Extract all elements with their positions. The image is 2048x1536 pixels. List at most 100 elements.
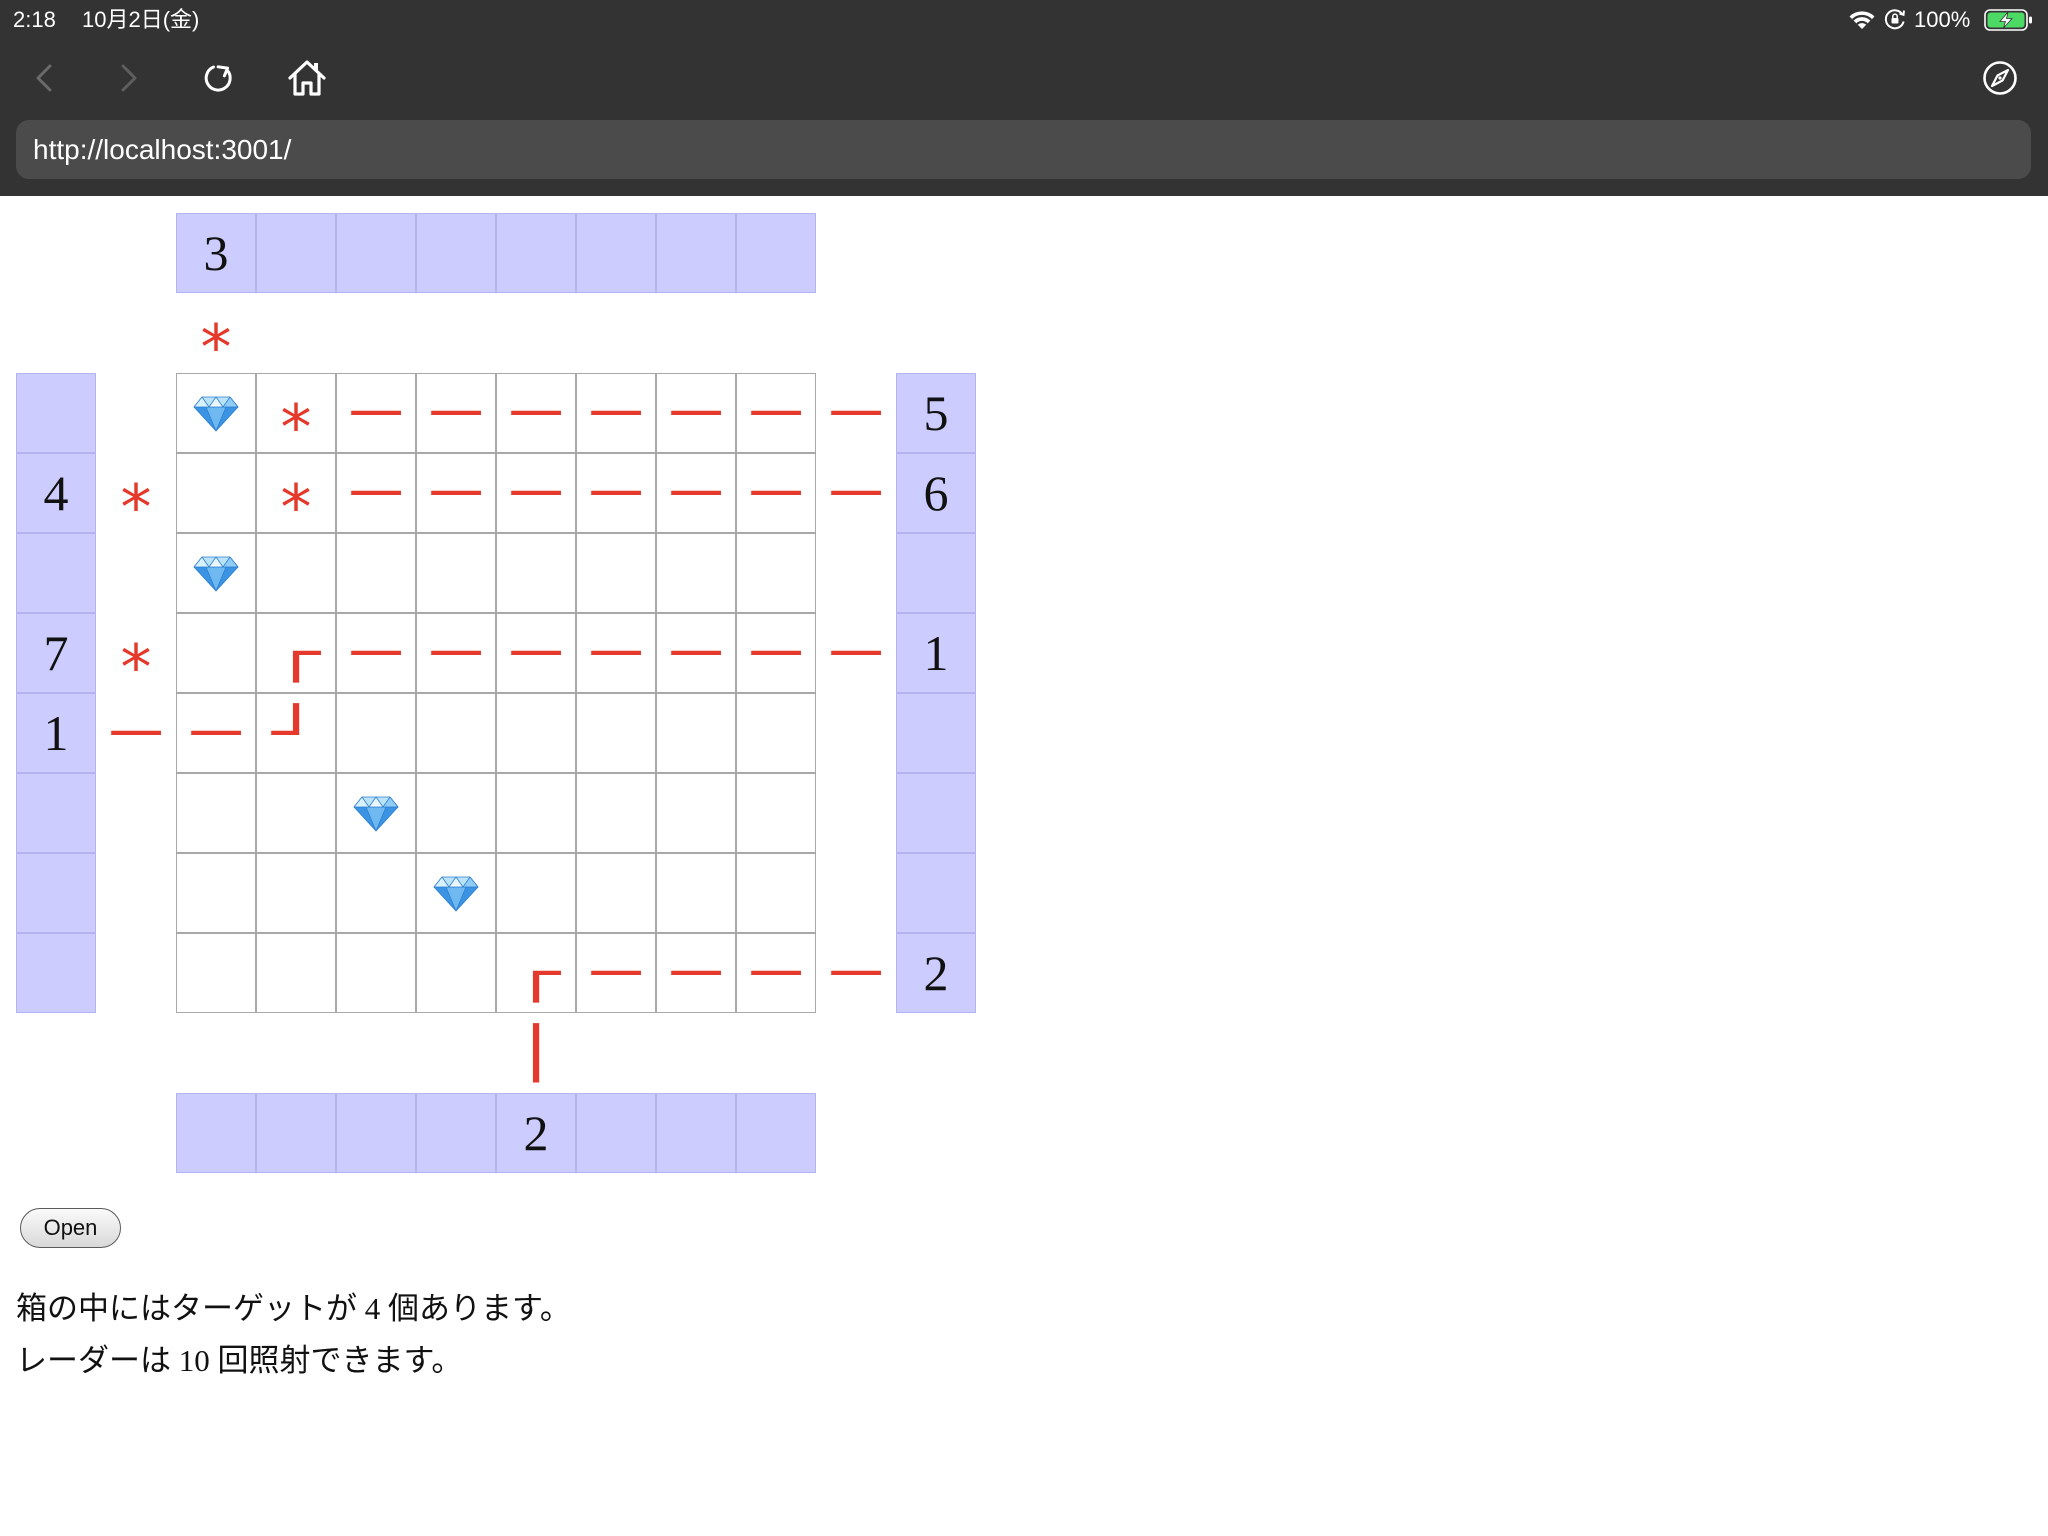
grid-cell[interactable] — [736, 853, 816, 933]
edge-label-bottom[interactable] — [736, 1093, 816, 1173]
edge-label-right[interactable]: 6 — [896, 453, 976, 533]
grid-cell[interactable] — [336, 533, 416, 613]
grid-cell[interactable] — [256, 853, 336, 933]
grid-cell[interactable]: ─ — [496, 453, 576, 533]
edge-label-top[interactable] — [656, 213, 736, 293]
grid-cell[interactable]: ─ — [576, 933, 656, 1013]
grid-cell[interactable] — [176, 533, 256, 613]
grid-cell[interactable] — [176, 373, 256, 453]
edge-label-top[interactable]: 3 — [176, 213, 256, 293]
back-button[interactable] — [30, 62, 58, 94]
edge-label-right[interactable] — [896, 853, 976, 933]
reload-button[interactable] — [199, 58, 239, 98]
grid-cell[interactable]: ─ — [576, 453, 656, 533]
grid-cell[interactable] — [336, 773, 416, 853]
edge-label-left[interactable] — [16, 773, 96, 853]
edge-label-left[interactable] — [16, 373, 96, 453]
grid-cell[interactable] — [496, 693, 576, 773]
grid-cell[interactable] — [416, 933, 496, 1013]
grid-cell[interactable] — [416, 533, 496, 613]
grid-cell[interactable]: ─ — [336, 613, 416, 693]
grid-cell[interactable] — [256, 533, 336, 613]
edge-label-bottom[interactable] — [256, 1093, 336, 1173]
grid-cell[interactable] — [256, 933, 336, 1013]
grid-cell[interactable]: ─ — [656, 613, 736, 693]
grid-cell[interactable]: ─ — [176, 693, 256, 773]
edge-label-left[interactable] — [16, 533, 96, 613]
grid-cell[interactable] — [416, 773, 496, 853]
grid-cell[interactable] — [416, 853, 496, 933]
grid-cell[interactable] — [176, 773, 256, 853]
edge-label-left[interactable] — [16, 853, 96, 933]
grid-cell[interactable] — [736, 773, 816, 853]
grid-cell[interactable]: ┌ — [496, 933, 576, 1013]
grid-cell[interactable] — [176, 853, 256, 933]
grid-cell[interactable] — [656, 773, 736, 853]
grid-cell[interactable] — [576, 853, 656, 933]
address-bar[interactable]: http://localhost:3001/ — [16, 120, 2031, 179]
grid-cell[interactable] — [656, 533, 736, 613]
edge-label-bottom[interactable] — [576, 1093, 656, 1173]
grid-cell[interactable]: ─ — [736, 613, 816, 693]
grid-cell[interactable]: ─ — [336, 453, 416, 533]
edge-label-right[interactable] — [896, 533, 976, 613]
grid-cell[interactable]: ─ — [736, 373, 816, 453]
edge-label-top[interactable] — [496, 213, 576, 293]
edge-label-right[interactable]: 1 — [896, 613, 976, 693]
edge-label-right[interactable] — [896, 693, 976, 773]
grid-cell[interactable]: ─ — [416, 373, 496, 453]
grid-cell[interactable] — [336, 693, 416, 773]
edge-label-top[interactable] — [576, 213, 656, 293]
grid-cell[interactable]: ─ — [496, 373, 576, 453]
edge-label-top[interactable] — [736, 213, 816, 293]
grid-cell[interactable] — [576, 533, 656, 613]
grid-cell[interactable] — [336, 853, 416, 933]
grid-cell[interactable]: ─ — [496, 613, 576, 693]
grid-cell[interactable]: ┘ — [256, 693, 336, 773]
grid-cell[interactable] — [736, 693, 816, 773]
edge-label-bottom[interactable] — [176, 1093, 256, 1173]
grid-cell[interactable] — [416, 693, 496, 773]
grid-cell[interactable]: ─ — [656, 453, 736, 533]
grid-cell[interactable] — [336, 933, 416, 1013]
grid-cell[interactable] — [496, 853, 576, 933]
edge-label-bottom[interactable] — [656, 1093, 736, 1173]
grid-cell[interactable] — [656, 853, 736, 933]
compass-button[interactable] — [1980, 58, 2020, 98]
edge-label-left[interactable]: 4 — [16, 453, 96, 533]
home-button[interactable] — [286, 57, 328, 99]
forward-button[interactable] — [115, 62, 143, 94]
edge-label-left[interactable]: 1 — [16, 693, 96, 773]
edge-label-top[interactable] — [256, 213, 336, 293]
grid-cell[interactable]: ─ — [736, 453, 816, 533]
edge-label-bottom[interactable]: 2 — [496, 1093, 576, 1173]
grid-cell[interactable]: ─ — [736, 933, 816, 1013]
grid-cell[interactable] — [496, 533, 576, 613]
grid-cell[interactable]: ─ — [336, 373, 416, 453]
edge-label-right[interactable]: 2 — [896, 933, 976, 1013]
grid-cell[interactable]: * — [256, 453, 336, 539]
grid-cell[interactable] — [656, 693, 736, 773]
grid-cell[interactable] — [576, 693, 656, 773]
edge-label-left[interactable] — [16, 933, 96, 1013]
grid-cell[interactable]: ─ — [656, 373, 736, 453]
grid-cell[interactable]: * — [256, 373, 336, 459]
grid-cell[interactable]: ┌ — [256, 613, 336, 693]
edge-label-bottom[interactable] — [416, 1093, 496, 1173]
grid-cell[interactable]: ─ — [576, 613, 656, 693]
grid-cell[interactable] — [176, 613, 256, 693]
edge-label-right[interactable]: 5 — [896, 373, 976, 453]
grid-cell[interactable]: ─ — [656, 933, 736, 1013]
grid-cell[interactable] — [736, 533, 816, 613]
edge-label-bottom[interactable] — [336, 1093, 416, 1173]
grid-cell[interactable]: ─ — [416, 613, 496, 693]
grid-cell[interactable] — [576, 773, 656, 853]
edge-label-right[interactable] — [896, 773, 976, 853]
grid-cell[interactable] — [176, 933, 256, 1013]
grid-cell[interactable]: ─ — [576, 373, 656, 453]
edge-label-top[interactable] — [336, 213, 416, 293]
grid-cell[interactable] — [256, 773, 336, 853]
grid-cell[interactable] — [176, 453, 256, 533]
edge-label-top[interactable] — [416, 213, 496, 293]
open-button[interactable]: Open — [20, 1208, 121, 1248]
